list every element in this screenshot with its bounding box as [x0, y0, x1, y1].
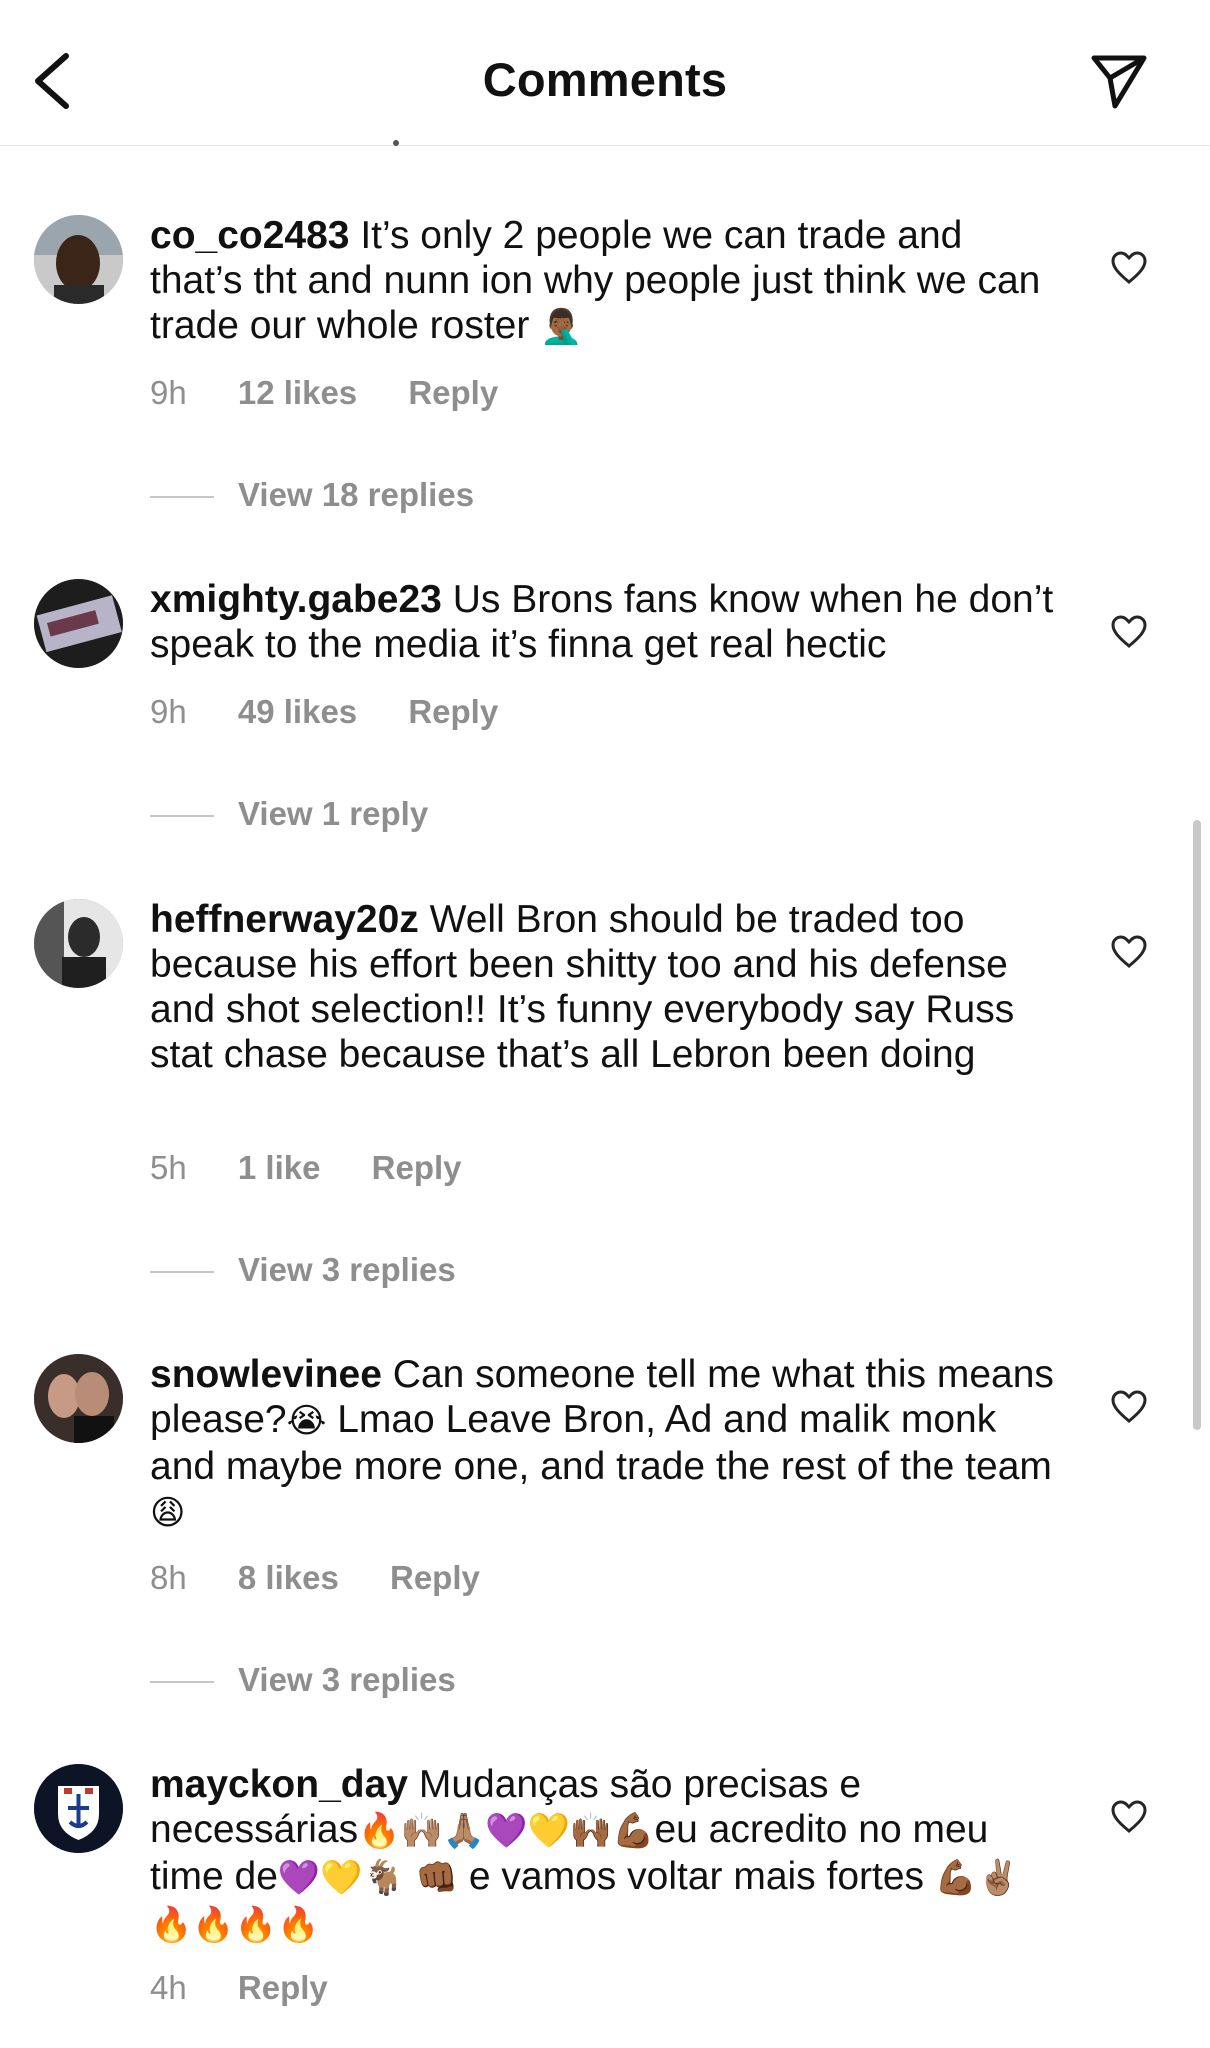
comment-meta: 8h 8 likes Reply	[150, 1559, 522, 1597]
comment-emoji: 😭	[286, 1401, 327, 1441]
comment-time: 4h	[150, 1969, 187, 2006]
comment-text: snowlevinee Can someone tell me what thi…	[150, 1352, 1060, 1536]
view-replies-label: View 1 reply	[238, 795, 429, 832]
avatar[interactable]	[34, 1354, 123, 1443]
comment-likes[interactable]: 49 likes	[238, 693, 357, 731]
avatar[interactable]	[34, 215, 123, 304]
comment-meta: 4h Reply	[150, 1969, 370, 2007]
heart-icon[interactable]	[1110, 615, 1148, 649]
comment-username[interactable]: snowlevinee	[150, 1353, 382, 1396]
comment-username[interactable]: xmighty.gabe23	[150, 578, 442, 621]
comment-time: 5h	[150, 1149, 187, 1186]
view-replies-label: View 3 replies	[238, 1661, 456, 1698]
avatar[interactable]	[34, 899, 123, 988]
comment-body-cont: e vamos voltar mais fortes	[458, 1855, 935, 1898]
reply-button[interactable]: Reply	[372, 1149, 462, 1187]
comment-meta: 9h 49 likes Reply	[150, 693, 540, 731]
reply-button[interactable]: Reply	[238, 1969, 328, 2007]
comment-time: 9h	[150, 374, 187, 411]
view-replies-button[interactable]: View 3 replies	[150, 1661, 456, 1699]
comment-text: heffnerway20z Well Bron should be traded…	[150, 897, 1060, 1077]
comment-time: 9h	[150, 693, 187, 730]
send-icon[interactable]	[1088, 52, 1150, 112]
comment-likes[interactable]: 8 likes	[238, 1559, 339, 1597]
view-replies-label: View 18 replies	[238, 476, 475, 513]
heart-icon[interactable]	[1110, 1390, 1148, 1424]
comment-emoji: 🤦🏾‍♂️	[540, 307, 583, 347]
comment-username[interactable]: mayckon_day	[150, 1763, 408, 1806]
avatar[interactable]	[34, 1764, 123, 1853]
comment-username[interactable]: heffnerway20z	[150, 898, 419, 941]
avatar[interactable]	[34, 579, 123, 668]
clipped-text-remnant	[393, 140, 399, 146]
comment-time: 8h	[150, 1559, 187, 1596]
page-title: Comments	[482, 53, 728, 106]
scrollbar[interactable]	[1193, 820, 1201, 1430]
view-replies-button[interactable]: View 1 reply	[150, 795, 428, 833]
replies-line	[150, 1271, 214, 1274]
replies-line	[150, 815, 214, 818]
comment-meta: 9h 12 likes Reply	[150, 374, 540, 412]
replies-line	[150, 496, 214, 499]
view-replies-button[interactable]: View 3 replies	[150, 1251, 456, 1289]
reply-button[interactable]: Reply	[408, 374, 498, 412]
comment-text: co_co2483 It’s only 2 people we can trad…	[150, 213, 1060, 350]
comment-text: mayckon_day Mudanças são precisas e nece…	[150, 1762, 1060, 1948]
heart-icon[interactable]	[1110, 1800, 1148, 1834]
comment-likes[interactable]: 12 likes	[238, 374, 357, 412]
reply-button[interactable]: Reply	[408, 693, 498, 731]
heart-icon[interactable]	[1110, 935, 1148, 969]
comment-text: xmighty.gabe23 Us Brons fans know when h…	[150, 577, 1060, 667]
replies-line	[150, 1681, 214, 1684]
comment-emoji: 🔥🙌🏽🙏🏽💜💛🙌🏾💪🏾	[358, 1811, 655, 1851]
comment-emoji: 💜💛🐐 👊🏾	[277, 1858, 459, 1898]
view-replies-button[interactable]: View 18 replies	[150, 476, 474, 514]
comment-meta: 5h 1 like Reply	[150, 1149, 504, 1187]
header-bar: Comments	[0, 0, 1210, 146]
reply-button[interactable]: Reply	[390, 1559, 480, 1597]
view-replies-label: View 3 replies	[238, 1251, 456, 1288]
comment-emoji: 😩	[150, 1493, 186, 1533]
comment-likes[interactable]: 1 like	[238, 1149, 321, 1187]
heart-icon[interactable]	[1110, 251, 1148, 285]
comment-username[interactable]: co_co2483	[150, 214, 349, 257]
